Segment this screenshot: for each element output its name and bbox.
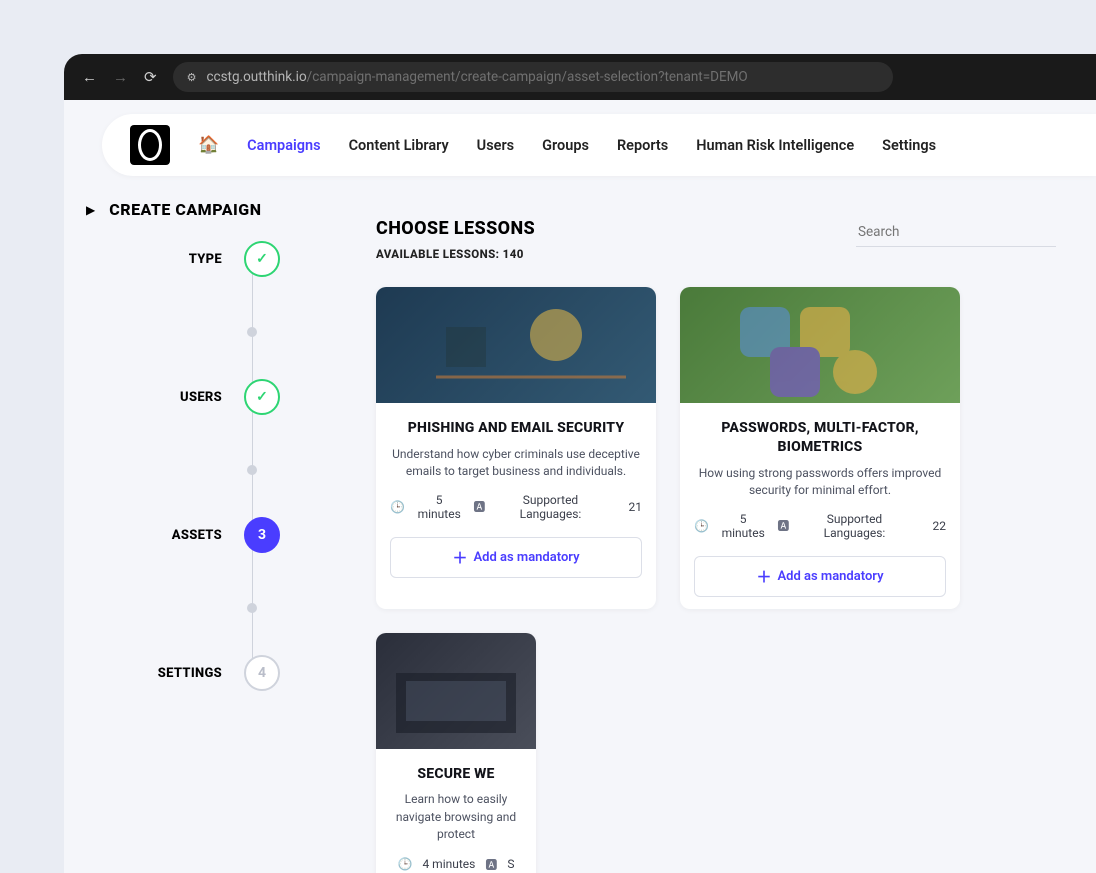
lesson-card[interactable]: SECURE WE Learn how to easily navigate b… [376, 633, 536, 873]
lesson-meta: 🕒5 minutes 🅰Supported Languages: 21 [390, 493, 642, 521]
clock-icon: 🕒 [390, 500, 405, 514]
nav-campaigns[interactable]: Campaigns [247, 137, 320, 154]
url-bar[interactable]: ⚙ ccstg.outthink.io/campaign-management/… [173, 62, 893, 92]
step-settings[interactable]: SETTINGS 4 [152, 655, 342, 691]
step-dot [247, 603, 257, 613]
lesson-thumbnail [376, 633, 536, 749]
page-title-row: ▶ CREATE CAMPAIGN [86, 200, 342, 219]
lesson-meta: 🕒4 minutes 🅰S [390, 856, 522, 873]
lesson-title: SECURE WE [390, 765, 522, 784]
browser-chrome: ← → ⟳ ⚙ ccstg.outthink.io/campaign-manag… [64, 54, 1096, 100]
plus-icon: ＋ [756, 566, 771, 587]
add-mandatory-button[interactable]: ＋Add as mandatory [694, 556, 946, 597]
lesson-title: PHISHING AND EMAIL SECURITY [390, 419, 642, 438]
lesson-desc: How using strong passwords offers improv… [694, 465, 946, 500]
main-panel: CHOOSE LESSONS AVAILABLE LESSONS: 140 [354, 190, 1096, 873]
lesson-card[interactable]: PASSWORDS, MULTI-FACTOR, BIOMETRICS How … [680, 287, 960, 609]
language-icon: 🅰 [777, 517, 789, 534]
lessons-header: CHOOSE LESSONS AVAILABLE LESSONS: 140 [376, 218, 1096, 261]
page-title: CREATE CAMPAIGN [109, 200, 261, 219]
plus-icon: ＋ [452, 547, 467, 568]
lesson-row: PHISHING AND EMAIL SECURITY Understand h… [376, 287, 1096, 873]
lesson-title: PASSWORDS, MULTI-FACTOR, BIOMETRICS [694, 419, 946, 457]
primary-nav: 🏠 Campaigns Content Library Users Groups… [102, 114, 1096, 176]
clock-icon: 🕒 [694, 519, 709, 533]
step-dot [247, 465, 257, 475]
nav-users[interactable]: Users [477, 137, 514, 154]
back-icon[interactable]: ← [82, 68, 97, 86]
lesson-card[interactable]: PHISHING AND EMAIL SECURITY Understand h… [376, 287, 656, 609]
lesson-thumbnail [376, 287, 656, 403]
language-icon: 🅰 [473, 498, 485, 515]
lesson-thumbnail [680, 287, 960, 403]
step-users[interactable]: USERS ✓ [152, 379, 342, 415]
step-assets[interactable]: ASSETS 3 [152, 517, 342, 553]
campaign-stepper: TYPE ✓ USERS ✓ ASSETS 3 SETTI [152, 241, 342, 691]
step-number: 4 [244, 655, 280, 691]
lessons-heading: CHOOSE LESSONS [376, 218, 535, 239]
add-mandatory-button[interactable]: ＋Add as mandatory [390, 537, 642, 578]
app-viewport: ← → ⟳ ⚙ ccstg.outthink.io/campaign-manag… [64, 54, 1096, 873]
search-input[interactable] [856, 218, 1056, 247]
nav-reports[interactable]: Reports [617, 137, 668, 154]
left-rail: ▶ CREATE CAMPAIGN TYPE ✓ USERS ✓ A [86, 190, 354, 873]
lesson-desc: Learn how to easily navigate browsing an… [390, 791, 522, 843]
nav-links: Campaigns Content Library Users Groups R… [247, 137, 936, 154]
brand-logo[interactable] [130, 125, 170, 165]
nav-human-risk[interactable]: Human Risk Intelligence [696, 137, 854, 154]
page-body: ▶ CREATE CAMPAIGN TYPE ✓ USERS ✓ A [64, 176, 1096, 873]
language-icon: 🅰 [485, 856, 497, 873]
available-lessons: AVAILABLE LESSONS: 140 [376, 247, 535, 261]
nav-groups[interactable]: Groups [542, 137, 589, 154]
collapse-icon[interactable]: ▶ [86, 203, 95, 217]
home-icon[interactable]: 🏠 [198, 135, 219, 155]
app-root: 🏠 Campaigns Content Library Users Groups… [64, 100, 1096, 873]
check-icon: ✓ [244, 379, 280, 415]
nav-content-library[interactable]: Content Library [349, 137, 449, 154]
nav-settings[interactable]: Settings [882, 137, 936, 154]
step-dot [247, 327, 257, 337]
url-text: ccstg.outthink.io/campaign-management/cr… [206, 69, 747, 85]
forward-icon[interactable]: → [113, 68, 128, 86]
site-info-icon[interactable]: ⚙ [187, 71, 197, 84]
step-number: 3 [244, 517, 280, 553]
step-type[interactable]: TYPE ✓ [152, 241, 342, 277]
lesson-desc: Understand how cyber criminals use decep… [390, 446, 642, 481]
check-icon: ✓ [244, 241, 280, 277]
reload-icon[interactable]: ⟳ [144, 68, 157, 86]
lesson-meta: 🕒5 minutes 🅰Supported Languages: 22 [694, 512, 946, 540]
clock-icon: 🕒 [398, 857, 413, 871]
